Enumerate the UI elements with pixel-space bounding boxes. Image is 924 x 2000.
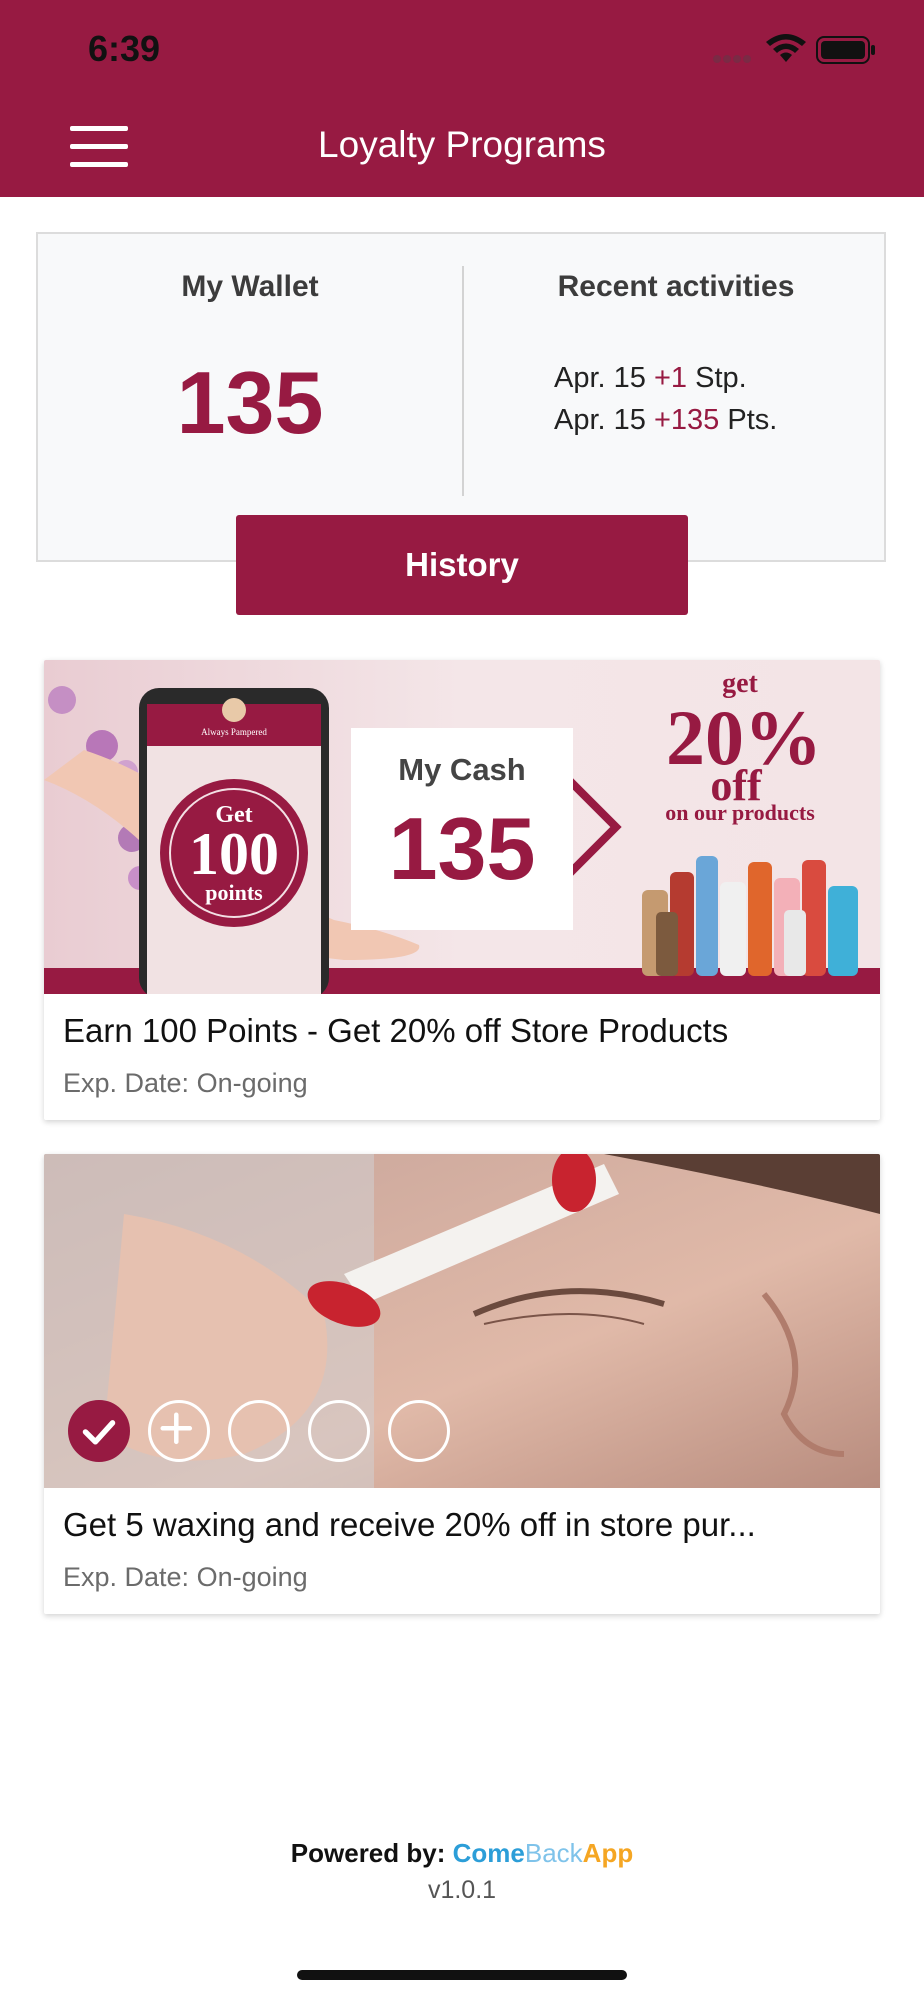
battery-icon xyxy=(816,36,875,64)
cash-label: My Cash xyxy=(398,752,526,787)
history-button[interactable]: History xyxy=(236,515,688,615)
activity-date: Apr. 15 xyxy=(554,404,646,436)
page-title: Loyalty Programs xyxy=(318,124,606,165)
loyalty-card-stamps[interactable]: Get 5 waxing and receive 20% off in stor… xyxy=(44,1154,880,1614)
stamp-empty-icon xyxy=(308,1400,370,1462)
card-exp-date: Exp. Date: On-going xyxy=(63,1562,308,1592)
my-cash-box: My Cash 135 xyxy=(351,728,573,930)
wallet-label: My Wallet xyxy=(181,270,319,303)
offer-sub-text: on our products xyxy=(665,800,815,825)
brand-come[interactable]: Come xyxy=(453,1838,525,1868)
stamp-empty-icon xyxy=(228,1400,290,1462)
card-exp-date: Exp. Date: On-going xyxy=(63,1068,308,1098)
badge-points-text: points xyxy=(205,880,263,905)
add-stamp-icon[interactable] xyxy=(148,1400,210,1462)
activity-row: Apr. 15 +1 Stp. xyxy=(554,362,747,395)
activity-row: Apr. 15 +135 Pts. xyxy=(554,404,777,437)
card-title: Get 5 waxing and receive 20% off in stor… xyxy=(63,1506,756,1543)
powered-by: Powered by: ComeBackApp xyxy=(0,1838,924,1869)
activity-amount: +135 xyxy=(653,404,720,436)
status-time: 6:39 xyxy=(88,28,161,69)
brand-app[interactable]: App xyxy=(583,1838,634,1868)
cellular-signal-icon xyxy=(713,50,757,63)
stamp-empty-icon xyxy=(388,1400,450,1462)
activity-unit: Pts. xyxy=(727,404,778,436)
recent-activities-label: Recent activities xyxy=(557,270,795,303)
card-title: Earn 100 Points - Get 20% off Store Prod… xyxy=(63,1012,729,1049)
app-header: 6:39 Loyalty Programs xyxy=(0,0,924,197)
cash-value: 135 xyxy=(388,799,536,898)
brand-back[interactable]: Back xyxy=(525,1838,583,1868)
activity-unit: Stp. xyxy=(695,362,747,394)
stamp-checked-icon xyxy=(68,1400,130,1462)
wifi-icon xyxy=(766,34,806,62)
activity-amount: +1 xyxy=(653,362,688,394)
powered-by-label: Powered by: xyxy=(290,1838,446,1868)
activity-date: Apr. 15 xyxy=(554,362,646,394)
badge-number-text: 100 xyxy=(189,821,279,887)
wallet-summary: My Wallet 135 Recent activities Apr. 15 … xyxy=(36,232,886,562)
wallet-balance: 135 xyxy=(176,353,324,452)
brand-text: Always Pampered xyxy=(201,727,267,737)
home-indicator xyxy=(297,1970,627,1980)
app-version: v1.0.1 xyxy=(427,1876,497,1904)
loyalty-card-points[interactable]: Always Pampered Get 100 points get 20% o… xyxy=(44,660,880,1120)
